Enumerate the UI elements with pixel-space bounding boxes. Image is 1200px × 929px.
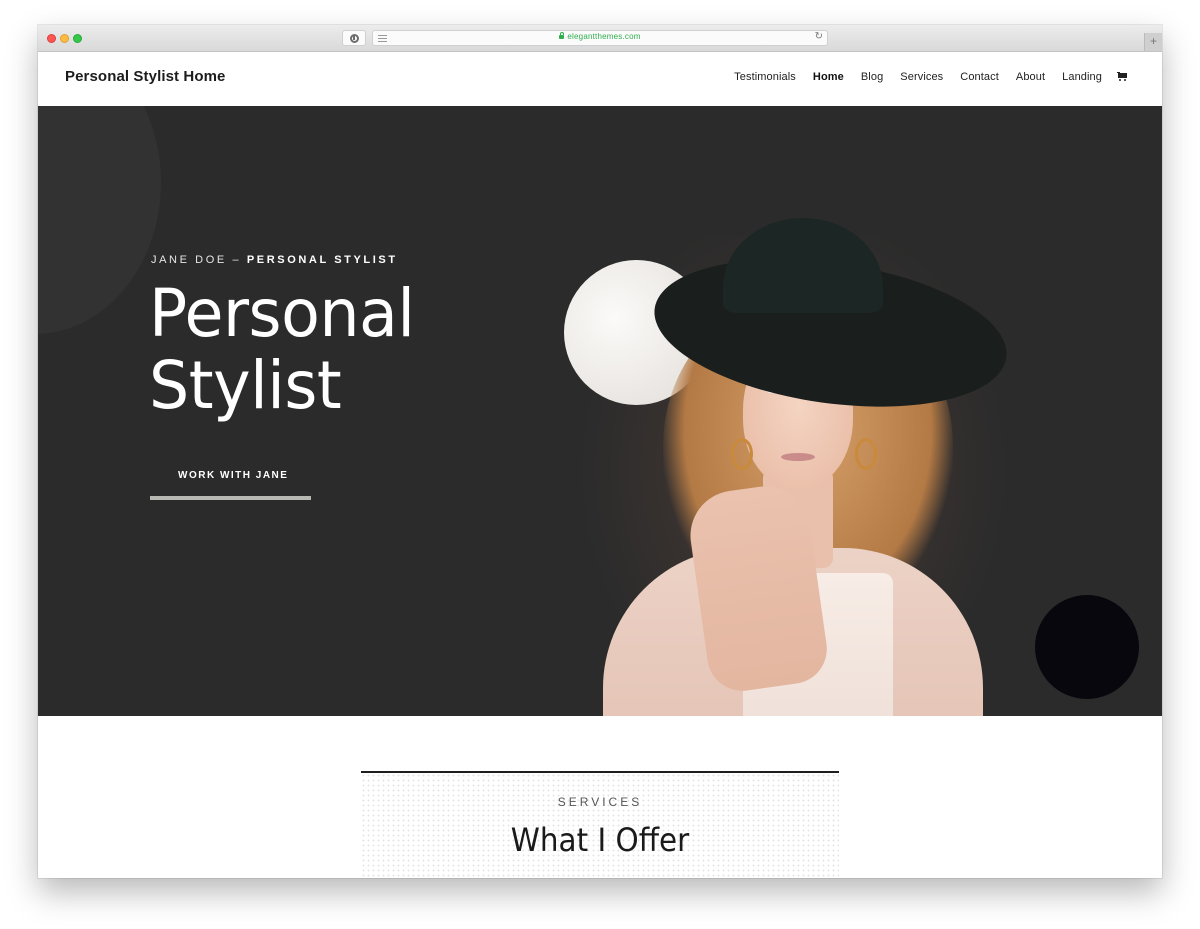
maximize-window-button[interactable] bbox=[73, 34, 82, 43]
cta-label: WORK WITH JANE bbox=[178, 470, 289, 481]
url-text: elegantthemes.com bbox=[567, 32, 641, 41]
portrait-lips bbox=[781, 453, 815, 461]
address-bar[interactable]: elegantthemes.com ↻ bbox=[372, 30, 828, 46]
nav-item-services[interactable]: Services bbox=[900, 71, 943, 83]
decorative-dark-circle bbox=[1035, 595, 1139, 699]
services-eyebrow: SERVICES bbox=[557, 795, 643, 809]
nav-item-testimonials[interactable]: Testimonials bbox=[734, 71, 796, 83]
url-display: elegantthemes.com bbox=[373, 32, 827, 41]
nav-item-landing[interactable]: Landing bbox=[1062, 71, 1102, 83]
lock-icon bbox=[559, 32, 565, 39]
hero-eyebrow: JANE DOE – PERSONAL STYLIST bbox=[151, 254, 398, 266]
site-header: Personal Stylist Home Testimonials Home … bbox=[38, 52, 1162, 106]
services-heading-card: SERVICES What I Offer bbox=[361, 771, 839, 878]
hero-title: Personal Stylist bbox=[149, 278, 415, 422]
nav-item-home[interactable]: Home bbox=[813, 71, 844, 83]
hero-eyebrow-role: PERSONAL STYLIST bbox=[246, 254, 398, 266]
decorative-circle bbox=[38, 106, 161, 334]
password-manager-button[interactable] bbox=[342, 30, 366, 46]
hero-section: JANE DOE – PERSONAL STYLIST Personal Sty… bbox=[38, 106, 1162, 716]
shopping-cart-icon[interactable] bbox=[1117, 72, 1128, 82]
plus-icon: + bbox=[1149, 34, 1157, 48]
portrait-hat-crown bbox=[723, 218, 883, 313]
portrait-earring bbox=[855, 438, 877, 470]
close-window-button[interactable] bbox=[47, 34, 56, 43]
site-logo[interactable]: Personal Stylist Home bbox=[65, 68, 226, 85]
reload-icon[interactable]: ↻ bbox=[815, 31, 823, 42]
nav-item-blog[interactable]: Blog bbox=[861, 71, 883, 83]
services-section: SERVICES What I Offer bbox=[38, 716, 1162, 878]
browser-toolbar: elegantthemes.com ↻ + bbox=[38, 25, 1162, 52]
hero-title-line2: Stylist bbox=[149, 347, 342, 424]
services-title: What I Offer bbox=[510, 821, 690, 859]
minimize-window-button[interactable] bbox=[60, 34, 69, 43]
hero-portrait-image bbox=[593, 218, 1017, 716]
nav-item-about[interactable]: About bbox=[1016, 71, 1045, 83]
hero-eyebrow-separator: – bbox=[226, 254, 247, 266]
cta-underline bbox=[150, 496, 311, 500]
main-nav: Testimonials Home Blog Services Contact … bbox=[717, 71, 1128, 83]
browser-window: elegantthemes.com ↻ + Personal Stylist H… bbox=[38, 25, 1162, 878]
hero-title-line1: Personal bbox=[149, 275, 415, 352]
password-manager-icon bbox=[349, 33, 359, 43]
nav-item-contact[interactable]: Contact bbox=[960, 71, 999, 83]
work-with-jane-button[interactable]: WORK WITH JANE bbox=[150, 462, 311, 504]
hero-eyebrow-name: JANE DOE bbox=[151, 254, 227, 266]
new-tab-button[interactable]: + bbox=[1144, 33, 1162, 51]
portrait-earring bbox=[731, 438, 753, 470]
